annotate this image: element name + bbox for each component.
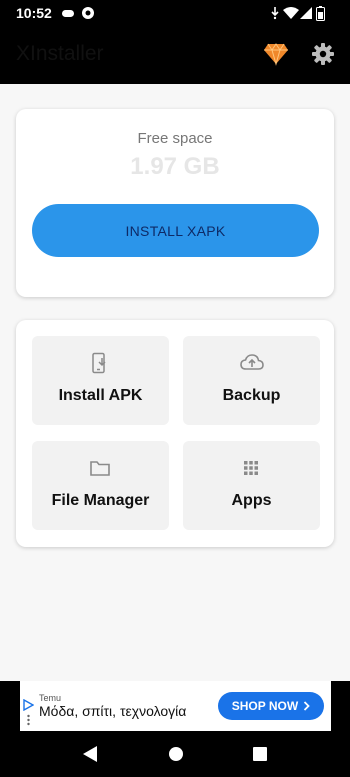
- status-time: 10:52: [16, 5, 52, 21]
- ad-brand: Temu: [39, 693, 62, 703]
- status-bar: 10:52: [0, 0, 350, 28]
- folder-icon: [90, 461, 110, 476]
- navigation-bar: [0, 731, 350, 777]
- app-bar: XInstaller: [0, 28, 350, 84]
- ad-play-icon: [23, 699, 34, 711]
- circle-app-icon: [82, 7, 94, 19]
- install-apk-label: Install APK: [58, 387, 143, 404]
- recents-icon[interactable]: [252, 745, 268, 763]
- home-icon[interactable]: [168, 745, 184, 763]
- apps-tile[interactable]: Apps: [183, 441, 320, 530]
- cell-signal-icon: [300, 7, 312, 19]
- ad-content[interactable]: Temu Μόδα, σπίτι, τεχνολογία SHOP NOW: [20, 681, 331, 731]
- file-manager-tile[interactable]: File Manager: [32, 441, 169, 530]
- file-manager-label: File Manager: [51, 492, 150, 509]
- shop-now-label: SHOP NOW: [231, 699, 299, 713]
- game-controller-icon: [62, 10, 74, 17]
- free-space-value: 1.97 GB: [130, 153, 220, 180]
- signal-icon: [271, 7, 279, 20]
- backup-tile[interactable]: Backup: [183, 336, 320, 425]
- phone-download-icon: [92, 352, 106, 374]
- shop-now-button[interactable]: SHOP NOW: [218, 692, 324, 720]
- free-space-label: Free space: [137, 130, 213, 147]
- gear-icon[interactable]: [311, 42, 335, 66]
- install-xapk-button[interactable]: INSTALL XAPK: [32, 204, 319, 257]
- backup-label: Backup: [222, 387, 281, 404]
- install-apk-tile[interactable]: Install APK: [32, 336, 169, 425]
- app-title: XInstaller: [16, 42, 104, 65]
- cloud-upload-icon: [240, 354, 264, 370]
- storage-card: Free space 1.97 GB INSTALL XAPK: [16, 109, 334, 297]
- ad-banner[interactable]: Temu Μόδα, σπίτι, τεχνολογία SHOP NOW: [0, 681, 350, 731]
- wifi-icon: [283, 7, 299, 19]
- apps-grid-icon: [244, 461, 258, 475]
- chevron-right-icon: [304, 701, 310, 711]
- ad-text: Μόδα, σπίτι, τεχνολογία: [39, 703, 187, 719]
- actions-card: Install APK Backup File Manager Apps: [16, 320, 334, 547]
- battery-icon: [316, 6, 325, 21]
- gem-icon[interactable]: [263, 42, 289, 66]
- back-icon[interactable]: [82, 745, 98, 763]
- ad-choices-icon[interactable]: [27, 714, 30, 726]
- apps-label: Apps: [231, 492, 272, 509]
